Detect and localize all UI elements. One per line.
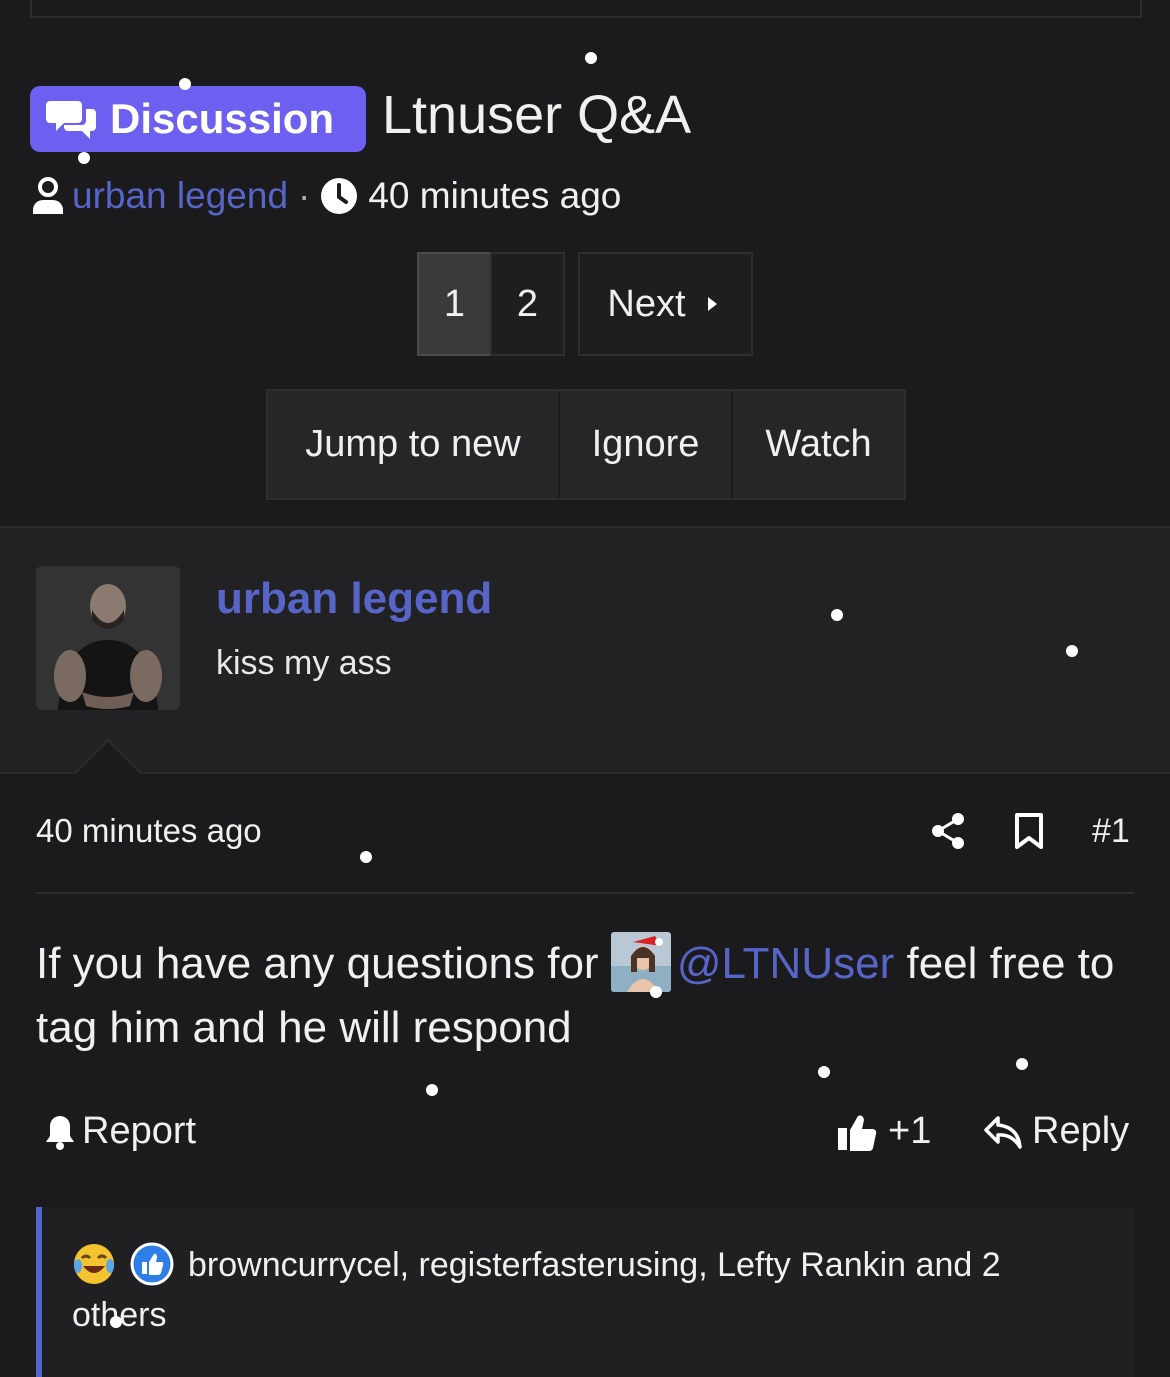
discussion-prefix-badge[interactable]: Discussion [30,86,366,152]
bell-icon [46,1115,74,1150]
avatar[interactable] [36,566,180,710]
reply-button[interactable]: Reply [984,1110,1129,1153]
thread-title: Ltnuser Q&A [382,85,692,145]
user-icon [33,177,63,214]
post-time[interactable]: 40 minutes ago [36,812,262,850]
report-label: Report [82,1110,197,1152]
thread-actions: Jump to new Ignore Watch [266,389,906,500]
reply-icon [984,1115,1022,1149]
mention-avatar [610,932,671,992]
next-page-button[interactable]: Next [578,252,753,356]
page-button-1[interactable]: 1 [417,252,492,356]
next-label: Next [607,282,686,325]
snowflake [1016,1058,1028,1070]
snowflake [110,1316,122,1328]
comments-icon [46,101,96,139]
bookmark-icon[interactable] [1014,812,1044,850]
thumbs-up-icon [838,1115,877,1151]
post-body: If you have any questions for @LTNUser f… [36,932,1146,1060]
snowflake [818,1066,830,1078]
mention-link[interactable]: @LTNUser [677,939,894,988]
share-icon[interactable] [930,812,966,850]
page-button-2[interactable]: 2 [490,252,565,356]
snowflake [650,986,662,998]
laugh-cry-emoji [74,1244,114,1284]
post-username[interactable]: urban legend [216,574,492,624]
watch-button[interactable]: Watch [731,391,904,498]
snowflake [78,152,90,164]
header-pointer-inner [76,742,140,774]
snowflake [1066,645,1078,657]
report-link[interactable]: Report [44,1110,196,1153]
reactions-summary[interactable]: browncurrycel, registerfasterusing, Left… [72,1240,1082,1340]
jump-to-new-button[interactable]: Jump to new [268,391,558,498]
clock-icon [321,178,358,214]
thread-meta: urban legend · 40 minutes ago [30,172,621,220]
like-button[interactable]: +1 [836,1110,931,1153]
like-emoji [130,1242,174,1286]
post-user-title: kiss my ass [216,644,392,682]
previous-block-edge [30,0,1142,18]
thread-time: 40 minutes ago [368,175,622,216]
snowflake [831,609,843,621]
snowflake [360,851,372,863]
reply-label: Reply [1032,1110,1130,1152]
reactions-names: browncurrycel, registerfasterusing, Left… [72,1246,1001,1334]
caret-right-icon [707,297,717,311]
body-text-before: If you have any questions for [36,939,599,988]
snowflake [585,52,597,64]
snowflake [179,78,191,90]
ignore-button[interactable]: Ignore [558,391,731,498]
thread-author-link[interactable]: urban legend [72,175,288,217]
meta-separator: · [298,175,311,216]
post-divider [36,892,1134,894]
snowflake [426,1084,438,1096]
post-number-link[interactable]: #1 [1092,812,1130,851]
prefix-label: Discussion [110,95,335,142]
like-count: +1 [888,1110,932,1152]
